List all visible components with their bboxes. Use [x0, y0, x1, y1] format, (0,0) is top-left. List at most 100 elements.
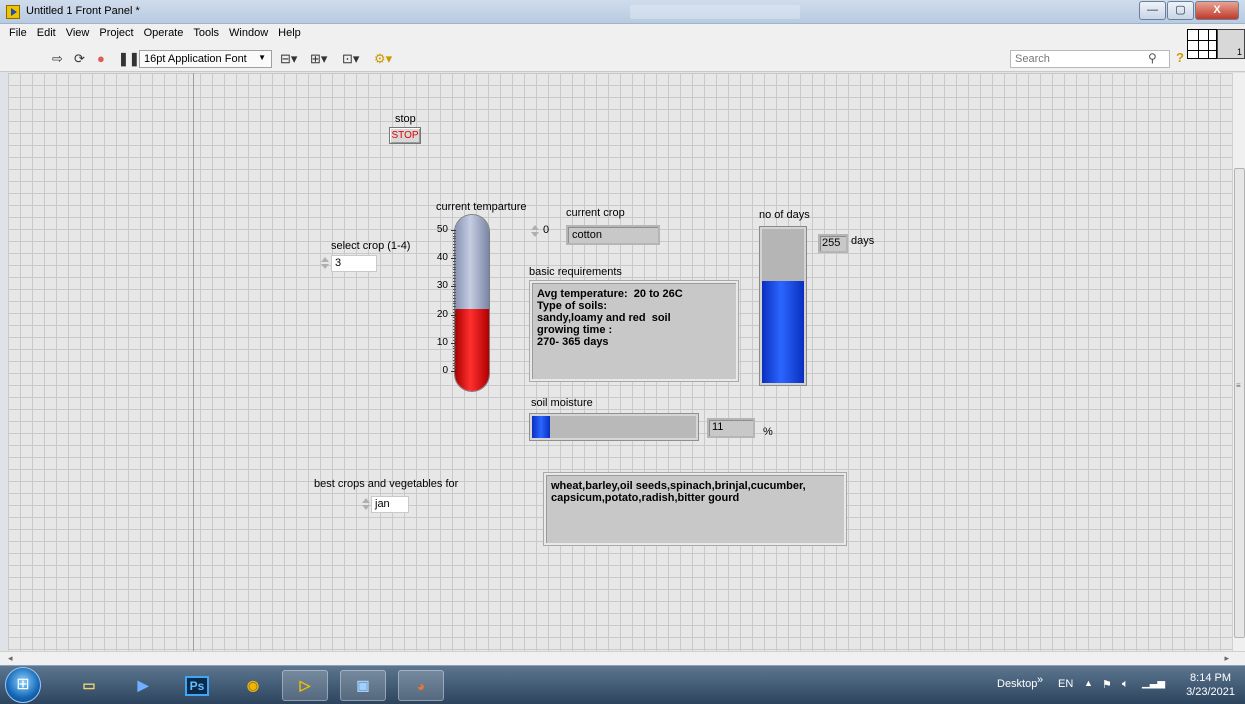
current-crop-index[interactable]: 0 [540, 223, 564, 240]
file-explorer-icon[interactable]: ▭ [66, 670, 112, 701]
best-crops-indicator: wheat,barley,oil seeds,spinach,brinjal,c… [544, 473, 846, 545]
signal-icon[interactable]: ▁▃▅ [1142, 678, 1165, 689]
window-taskbar-icon[interactable]: ▣ [340, 670, 386, 701]
month-stepper[interactable] [361, 496, 371, 513]
desktop-toolbar-label[interactable]: Desktop [997, 678, 1037, 690]
thermometer-minor-tick [453, 337, 456, 339]
resize-icon[interactable]: ⊡▾ [342, 51, 359, 67]
align-icon[interactable]: ⊟▾ [280, 51, 297, 67]
media-player-icon[interactable]: ▶ [120, 670, 166, 701]
thermometer-minor-tick [453, 235, 456, 237]
horizontal-scrollbar[interactable]: ◂ ▸ [0, 651, 1245, 665]
menu-window[interactable]: Window [224, 24, 273, 44]
thermometer-minor-tick [453, 339, 456, 341]
vertical-scroll-thumb[interactable] [1234, 168, 1245, 638]
thermometer-major-tick [451, 342, 456, 344]
photoshop-icon[interactable]: Ps [174, 670, 220, 701]
menu-project[interactable]: Project [94, 24, 138, 44]
thermometer-minor-tick [453, 320, 456, 322]
thermometer-major-tick [451, 230, 456, 231]
network-flag-icon[interactable]: ⚑ [1102, 678, 1112, 691]
soil-moisture-indicator: 11 [707, 418, 755, 438]
run-continuously-icon[interactable]: ⟳ [74, 51, 85, 67]
thermometer-minor-tick [453, 308, 456, 310]
menu-edit[interactable]: Edit [32, 24, 61, 44]
thermometer-label: current temparture [436, 201, 527, 213]
temperature-thermometer [455, 215, 489, 391]
distribute-icon[interactable]: ⊞▾ [310, 51, 327, 67]
search-placeholder: Search [1015, 53, 1050, 65]
labview-taskbar-icon[interactable]: ▷ [282, 670, 328, 701]
month-input[interactable]: jan [371, 496, 409, 513]
search-input[interactable]: Search [1010, 50, 1170, 68]
thermometer-minor-tick [453, 297, 456, 299]
menu-help[interactable]: Help [273, 24, 306, 44]
run-arrow-icon[interactable]: ⇨ [52, 51, 63, 67]
chrome-icon[interactable]: ◉ [230, 670, 276, 701]
toolbar: ⇨ ⟳ ● ❚❚ 16pt Application Font ▼ ⊟▾ ⊞▾ ⊡… [0, 44, 1245, 72]
soil-moisture-fill [532, 416, 551, 438]
thermometer-minor-tick [453, 328, 456, 330]
no-of-days-tank [760, 227, 806, 385]
close-button[interactable]: X [1195, 1, 1239, 20]
thermometer-minor-tick [453, 244, 456, 246]
scroll-right-icon[interactable]: ▸ [1224, 653, 1229, 664]
font-select-value: 16pt Application Font [144, 53, 247, 65]
no-of-days-indicator: 255 [818, 234, 848, 253]
soil-moisture-label: soil moisture [531, 397, 593, 409]
thermometer-minor-tick [453, 280, 456, 282]
menu-operate[interactable]: Operate [139, 24, 189, 44]
photoshop-label: Ps [184, 675, 210, 696]
thermometer-major-tick [451, 286, 456, 288]
thermometer-minor-tick [453, 232, 456, 234]
volume-icon[interactable]: 🔈︎ [1122, 678, 1129, 691]
thermometer-tick-label: 40 [436, 252, 448, 264]
font-select[interactable]: 16pt Application Font ▼ [139, 50, 272, 68]
reorder-icon[interactable]: ⚙▾ [374, 51, 392, 67]
select-crop-stepper[interactable] [320, 255, 330, 272]
start-button[interactable]: ⊞ [5, 667, 41, 703]
thermometer-minor-tick [453, 261, 456, 263]
connector-pane[interactable] [1187, 29, 1217, 59]
thermometer-minor-tick [453, 249, 456, 251]
thermometer-minor-tick [453, 368, 456, 370]
thermometer-minor-tick [453, 238, 456, 240]
menu-file[interactable]: File [4, 24, 32, 44]
abort-icon[interactable]: ● [97, 51, 105, 66]
thermometer-minor-tick [453, 283, 456, 285]
pause-icon[interactable]: ❚❚ [118, 51, 140, 67]
system-clock[interactable]: 8:14 PM 3/23/2021 [1186, 671, 1235, 699]
chevron-icon[interactable]: » [1037, 674, 1043, 686]
maximize-button[interactable]: ▢ [1167, 1, 1194, 20]
menu-view[interactable]: View [61, 24, 95, 44]
help-icon[interactable]: ? [1176, 50, 1184, 65]
panel-splitter[interactable] [193, 73, 194, 651]
thermometer-minor-tick [453, 269, 456, 271]
select-crop-label: select crop (1-4) [331, 240, 411, 252]
select-crop-input[interactable]: 3 [331, 255, 377, 272]
thermometer-minor-tick [453, 289, 456, 291]
title-bar[interactable]: Untitled 1 Front Panel * — ▢ X [0, 0, 1245, 24]
current-crop-stepper[interactable] [530, 223, 540, 240]
app-taskbar-icon[interactable]: ◕ [398, 670, 444, 701]
thermometer-tick-label: 20 [436, 308, 448, 320]
thermometer-major-tick [451, 258, 456, 260]
language-indicator[interactable]: EN [1058, 678, 1073, 690]
thermometer-minor-tick [453, 354, 456, 356]
thermometer-minor-tick [453, 365, 456, 367]
vertical-scrollbar[interactable]: ≡ [1232, 73, 1245, 651]
thermometer-major-tick [451, 314, 456, 316]
basic-requirements-label: basic requirements [529, 266, 622, 278]
current-crop-indicator: cotton [566, 225, 660, 245]
minimize-button[interactable]: — [1139, 1, 1166, 20]
thermometer-minor-tick [453, 362, 456, 364]
thermometer-minor-tick [453, 311, 456, 313]
stop-button[interactable]: STOP [389, 127, 421, 144]
days-unit-label: days [851, 235, 875, 247]
clock-time: 8:14 PM [1190, 672, 1232, 684]
search-icon[interactable]: ⚲ [1148, 51, 1157, 65]
vi-icon[interactable]: 1 [1217, 29, 1245, 59]
menu-tools[interactable]: Tools [188, 24, 224, 44]
scroll-left-icon[interactable]: ◂ [8, 653, 13, 664]
show-hidden-icons-icon[interactable]: ▲ [1084, 678, 1093, 688]
